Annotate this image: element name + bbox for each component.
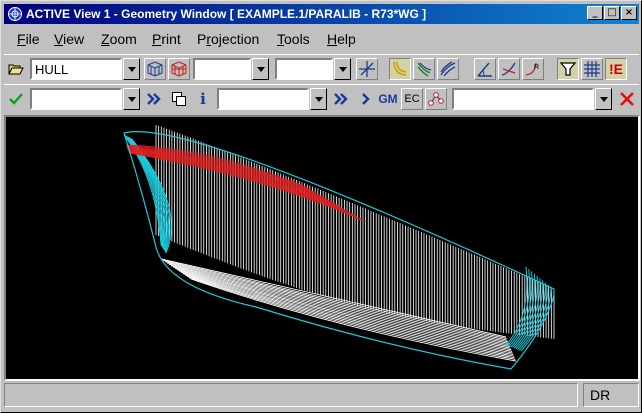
grid-toggle-button[interactable] xyxy=(581,58,603,80)
tangent-tool-button[interactable] xyxy=(498,58,520,80)
accept-button[interactable] xyxy=(5,88,27,110)
curves-icon xyxy=(393,61,407,76)
chevron-right-icon xyxy=(362,93,370,105)
funnel-icon xyxy=(559,62,577,76)
hull-wireframe xyxy=(123,125,555,370)
error-flag-label: !E xyxy=(609,61,623,77)
name-dropdown[interactable] xyxy=(310,88,327,110)
waterlines-toggle-button[interactable] xyxy=(437,58,459,80)
waterlines-icon xyxy=(440,61,456,77)
title-bar[interactable]: ACTIVE View 1 - Geometry Window [ EXAMPL… xyxy=(4,4,639,24)
menu-file[interactable]: File xyxy=(17,31,40,47)
shaded-view-button[interactable] xyxy=(168,58,190,80)
filter-button[interactable] xyxy=(557,58,579,80)
selector-a-dropdown[interactable] xyxy=(252,58,269,80)
gm-button[interactable]: GM xyxy=(377,88,399,110)
menu-view[interactable]: View xyxy=(54,31,84,47)
object-select-dropdown[interactable] xyxy=(123,58,140,80)
menu-help[interactable]: Help xyxy=(327,31,356,47)
status-bar: DR xyxy=(4,383,639,409)
points-network-icon xyxy=(428,92,444,106)
menu-zoom[interactable]: Zoom xyxy=(101,31,137,47)
app-logo-icon xyxy=(8,7,22,21)
geometry-viewport[interactable] xyxy=(4,115,640,381)
menu-tools[interactable]: Tools xyxy=(277,31,310,47)
copy-icon xyxy=(172,92,186,106)
double-chevron-right-icon xyxy=(334,93,348,105)
next-button[interactable] xyxy=(355,88,377,110)
double-chevron-right-icon xyxy=(147,93,161,105)
angle-icon xyxy=(477,62,492,77)
radius-tool-button[interactable]: R xyxy=(522,58,544,80)
geometry-window: ACTIVE View 1 - Geometry Window [ EXAMPL… xyxy=(0,0,642,413)
open-folder-icon xyxy=(8,64,24,75)
menu-bar: File View Zoom Print Projection Tools He… xyxy=(4,28,639,50)
copy-button[interactable] xyxy=(168,88,190,110)
wireframe-view-button[interactable] xyxy=(144,58,166,80)
close-x-icon xyxy=(620,92,634,106)
sections-icon xyxy=(417,62,432,77)
search-dropdown[interactable] xyxy=(595,88,612,110)
angle-tool-button[interactable] xyxy=(474,58,496,80)
wireframe-icon xyxy=(147,61,163,77)
object-select-field[interactable]: HULL xyxy=(30,58,122,80)
radius-icon: R xyxy=(525,62,539,76)
sections-toggle-button[interactable] xyxy=(413,58,435,80)
menu-print[interactable]: Print xyxy=(152,31,181,47)
search-field[interactable] xyxy=(452,88,594,110)
name-field[interactable] xyxy=(217,88,309,110)
next-all-button[interactable] xyxy=(331,88,353,110)
ec-button[interactable]: EC xyxy=(401,88,423,110)
svg-text:R: R xyxy=(534,64,539,71)
gm-label: GM xyxy=(378,92,398,106)
open-folder-button[interactable] xyxy=(5,58,27,80)
selector-field-a[interactable] xyxy=(193,58,251,80)
selector-field-b[interactable] xyxy=(275,58,333,80)
info-button[interactable]: i xyxy=(192,88,214,110)
points-button[interactable] xyxy=(425,88,447,110)
forward-all-button[interactable] xyxy=(144,88,166,110)
axis-cross-button[interactable] xyxy=(356,58,378,80)
close-button[interactable]: × xyxy=(621,6,637,20)
command-field[interactable] xyxy=(30,88,122,110)
selector-b-dropdown[interactable] xyxy=(334,58,351,80)
status-mode: DR xyxy=(583,383,639,407)
error-flag-button[interactable]: !E xyxy=(605,58,627,80)
status-message xyxy=(4,383,578,407)
grid-icon xyxy=(584,61,600,77)
menu-projection[interactable]: Projection xyxy=(197,31,259,47)
cancel-button[interactable] xyxy=(616,88,638,110)
geometry-toolbar: HULL R !E xyxy=(4,54,639,82)
command-dropdown[interactable] xyxy=(123,88,140,110)
maximize-button[interactable]: □ xyxy=(604,6,620,20)
crosshair-icon xyxy=(359,61,375,77)
ec-label: EC xyxy=(404,93,420,105)
curves-toggle-button[interactable] xyxy=(389,58,411,80)
info-icon: i xyxy=(200,90,206,108)
buttock-line xyxy=(162,259,507,340)
window-title: ACTIVE View 1 - Geometry Window [ EXAMPL… xyxy=(26,7,427,21)
command-toolbar: i GM EC xyxy=(4,84,639,112)
tangent-icon xyxy=(501,62,516,76)
minimize-button[interactable]: _ xyxy=(587,6,603,20)
checkmark-icon xyxy=(9,93,23,105)
shaded-surface-icon xyxy=(171,61,187,77)
